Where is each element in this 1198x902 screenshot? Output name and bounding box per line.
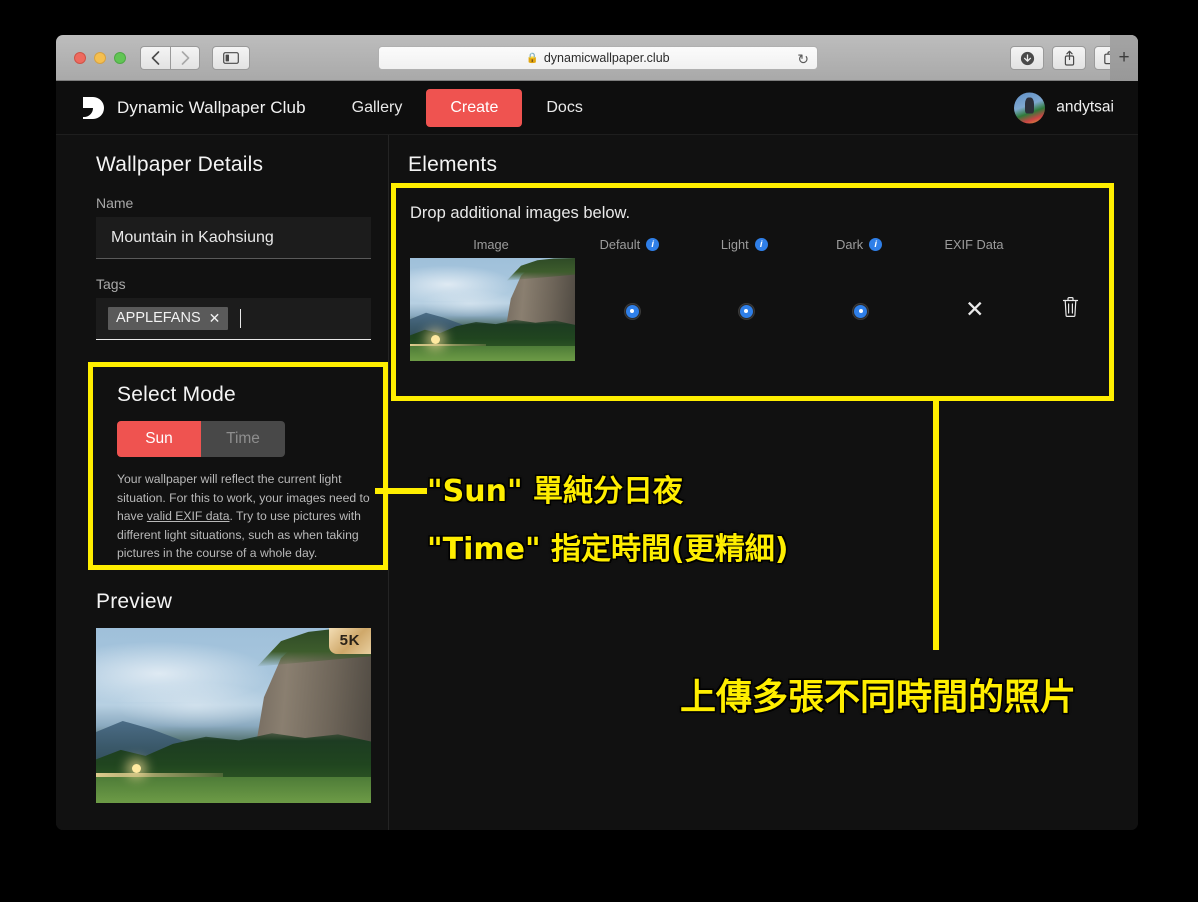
- chevron-right-icon: [181, 50, 189, 65]
- mode-toggle-group: Sun Time: [117, 421, 285, 457]
- browser-toolbar: 🔒 dynamicwallpaper.club ↻ +: [56, 35, 1138, 81]
- avatar[interactable]: [1014, 92, 1046, 123]
- column-header-light: Light i: [687, 237, 802, 252]
- preview-title: Preview: [96, 590, 173, 613]
- window-controls: [74, 51, 126, 64]
- tag-label: APPLEFANS: [116, 310, 201, 326]
- elements-title: Elements: [408, 153, 498, 176]
- column-header-exif: EXIF Data: [944, 237, 1004, 252]
- tag-chip[interactable]: APPLEFANS ✕: [108, 307, 229, 330]
- column-header-default-label: Default: [599, 237, 641, 252]
- tags-field-label: Tags: [96, 276, 126, 292]
- user-menu[interactable]: andytsai: [1014, 92, 1114, 123]
- text-caret: [240, 309, 242, 328]
- column-header-dark-label: Dark: [836, 237, 864, 252]
- column-header-image: Image: [473, 237, 509, 252]
- tags-input[interactable]: APPLEFANS ✕: [96, 298, 371, 340]
- nav-link-docs[interactable]: Docs: [528, 91, 600, 125]
- chevron-left-icon: [151, 50, 160, 65]
- info-icon-light[interactable]: i: [754, 238, 768, 251]
- info-icon-default[interactable]: i: [646, 238, 660, 251]
- table-row: ✕: [410, 258, 1110, 361]
- main-nav: Gallery Create Docs: [334, 88, 601, 127]
- download-icon: [1020, 51, 1034, 65]
- close-window-button[interactable]: [74, 51, 86, 64]
- back-button[interactable]: [140, 45, 170, 70]
- landscape-artwork-thumb: [410, 258, 575, 361]
- new-tab-button[interactable]: +: [1110, 35, 1138, 81]
- lock-icon: 🔒: [526, 52, 539, 64]
- select-mode-section: Select Mode Sun Time Your wallpaper will…: [88, 362, 388, 570]
- nav-link-create[interactable]: Create: [426, 88, 523, 127]
- maximize-window-button[interactable]: [114, 51, 126, 64]
- elements-panel: Elements Drop additional images below. I…: [389, 135, 1138, 830]
- reload-button[interactable]: ↻: [797, 50, 809, 68]
- site-header: Dynamic Wallpaper Club Gallery Create Do…: [56, 81, 1138, 135]
- select-mode-title: Select Mode: [117, 383, 236, 406]
- wallpaper-details-sidebar: Wallpaper Details Name Tags APPLEFANS ✕: [56, 135, 389, 830]
- new-tab-label: +: [1118, 47, 1130, 68]
- select-mode-description: Your wallpaper will reflect the current …: [117, 470, 375, 563]
- username-label: andytsai: [1056, 98, 1114, 116]
- elements-dropzone[interactable]: Drop additional images below. Image Defa…: [391, 183, 1114, 401]
- name-input[interactable]: [96, 217, 371, 259]
- column-header-dark: Dark i: [802, 237, 917, 252]
- address-bar[interactable]: 🔒 dynamicwallpaper.club ↻: [378, 46, 818, 70]
- sidebar-toggle-icon: [223, 51, 239, 64]
- brand-name: Dynamic Wallpaper Club: [117, 97, 306, 117]
- close-icon[interactable]: ✕: [965, 296, 984, 322]
- share-icon: [1064, 50, 1074, 66]
- row-thumbnail[interactable]: [410, 258, 575, 361]
- resolution-badge: 5K: [328, 628, 371, 654]
- info-icon-dark[interactable]: i: [869, 238, 883, 251]
- forward-button[interactable]: [170, 45, 200, 70]
- trash-icon[interactable]: [1061, 296, 1080, 318]
- page-content: Dynamic Wallpaper Club Gallery Create Do…: [56, 81, 1138, 830]
- column-header-default: Default i: [572, 237, 687, 252]
- column-header-light-label: Light: [720, 237, 749, 252]
- tag-remove-icon[interactable]: ✕: [209, 311, 221, 325]
- elements-table: Image Default i Light i Dark i EXIF Data…: [410, 237, 1110, 361]
- download-button[interactable]: [1010, 46, 1044, 70]
- page-title: Wallpaper Details: [96, 153, 264, 176]
- table-header-row: Image Default i Light i Dark i EXIF Data: [410, 237, 1110, 252]
- browser-window: 🔒 dynamicwallpaper.club ↻ + Dynamic Wall…: [56, 35, 1138, 830]
- landscape-artwork: [96, 628, 371, 803]
- url-text: dynamicwallpaper.club: [543, 51, 670, 65]
- mode-button-sun[interactable]: Sun: [117, 421, 201, 457]
- dynamic-wallpaper-logo-icon: [83, 96, 104, 119]
- radio-light[interactable]: [738, 303, 754, 319]
- name-field-label: Name: [96, 195, 134, 211]
- toolbar-right-group: +: [1010, 35, 1138, 81]
- navigation-buttons: [140, 45, 200, 70]
- exif-data-link[interactable]: valid EXIF data: [147, 509, 230, 523]
- preview-image: 5K: [96, 628, 371, 803]
- drop-hint-label: Drop additional images below.: [410, 204, 631, 222]
- page-body: Wallpaper Details Name Tags APPLEFANS ✕: [56, 135, 1138, 830]
- minimize-window-button[interactable]: [94, 51, 106, 64]
- radio-default[interactable]: [624, 303, 640, 319]
- share-button[interactable]: [1052, 46, 1086, 70]
- brand[interactable]: Dynamic Wallpaper Club: [80, 95, 306, 121]
- sidebar-toggle-button[interactable]: [212, 45, 250, 70]
- nav-link-gallery[interactable]: Gallery: [334, 91, 421, 125]
- radio-dark[interactable]: [853, 303, 869, 319]
- mode-button-time[interactable]: Time: [201, 421, 285, 457]
- preview-section: Preview 5K: [96, 590, 371, 803]
